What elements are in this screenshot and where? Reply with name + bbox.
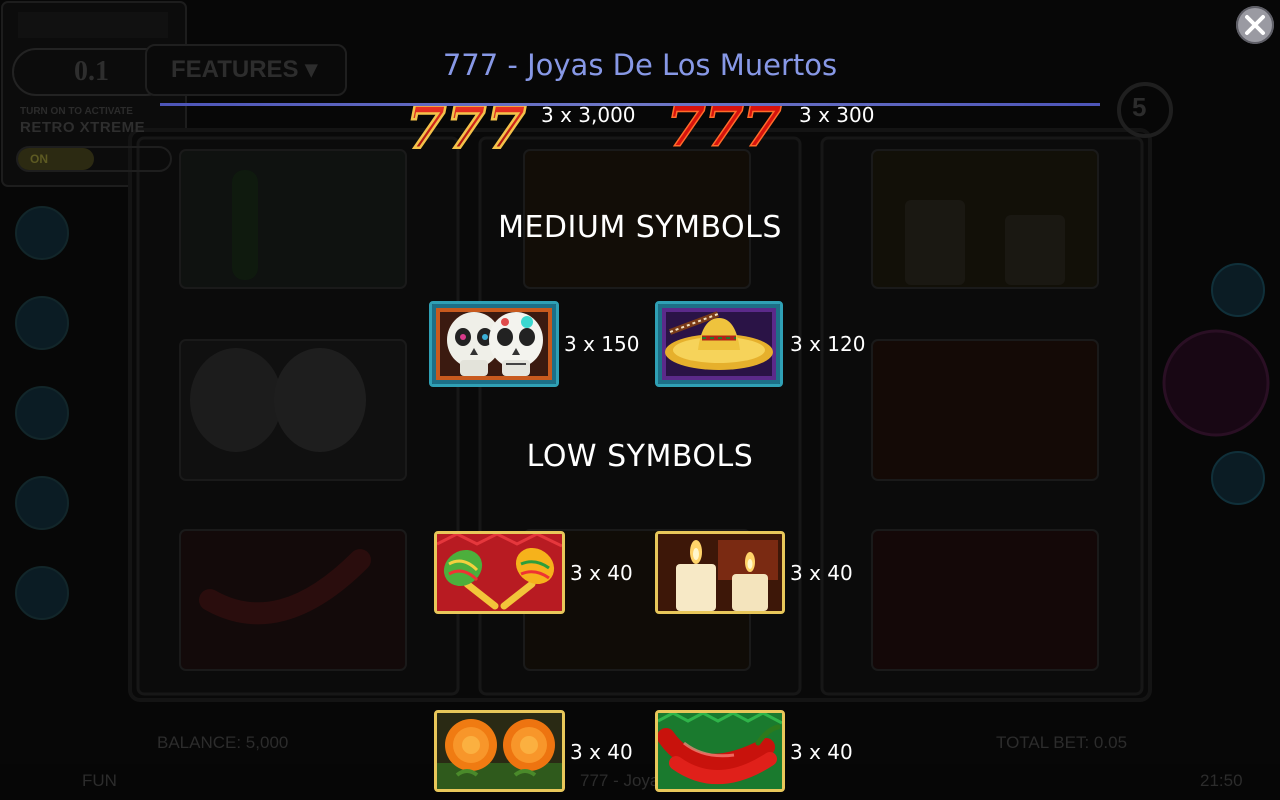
payout-chili-peppers: 3 x 40 bbox=[790, 740, 853, 764]
symbol-marigolds bbox=[434, 710, 565, 792]
symbol-chili-peppers bbox=[655, 710, 785, 792]
symbol-sombrero bbox=[655, 301, 783, 387]
close-button[interactable] bbox=[1236, 6, 1274, 44]
bg-counter: 5 bbox=[1132, 92, 1147, 122]
retro-toggle-knob: ON bbox=[18, 148, 94, 170]
bg-clock: 21:50 bbox=[1200, 771, 1243, 790]
settings-icon bbox=[15, 386, 69, 440]
svg-text:7: 7 bbox=[406, 104, 446, 152]
trophy-icon bbox=[15, 296, 69, 350]
payout-sombrero: 3 x 120 bbox=[790, 332, 866, 356]
symbol-seven-gold: 777 bbox=[404, 104, 536, 152]
game-background bbox=[0, 0, 1280, 800]
page-title: 777 - Joyas De Los Muertos bbox=[442, 48, 838, 82]
medium-symbols-heading: MEDIUM SYMBOLS bbox=[498, 210, 782, 245]
svg-text:7: 7 bbox=[666, 104, 706, 150]
bg-balance: BALANCE: 5,000 bbox=[157, 733, 289, 752]
bg-total-bet: TOTAL BET: 0.05 bbox=[996, 733, 1128, 752]
payout-maracas: 3 x 40 bbox=[570, 561, 633, 585]
symbol-candles bbox=[655, 531, 785, 614]
close-icon bbox=[1245, 15, 1265, 35]
payout-candles: 3 x 40 bbox=[790, 561, 853, 585]
payout-sugar-skulls: 3 x 150 bbox=[564, 332, 640, 356]
payout-seven-gold: 3 x 3,000 bbox=[541, 103, 636, 127]
payout-seven-red: 3 x 300 bbox=[799, 103, 875, 127]
low-symbols-heading: LOW SYMBOLS bbox=[526, 439, 754, 474]
sound-icon bbox=[15, 476, 69, 530]
bg-mode: FUN bbox=[82, 771, 117, 790]
symbol-maracas bbox=[434, 531, 565, 614]
symbol-sugar-skulls bbox=[429, 301, 559, 387]
svg-text:7: 7 bbox=[486, 104, 526, 152]
payout-marigolds: 3 x 40 bbox=[570, 740, 633, 764]
symbol-seven-red: 777 bbox=[664, 104, 792, 150]
title-divider bbox=[160, 103, 1100, 106]
retro-xtreme-label: RETRO XTREME bbox=[20, 119, 146, 136]
svg-text:7: 7 bbox=[704, 104, 744, 150]
home-icon bbox=[15, 566, 69, 620]
svg-text:7: 7 bbox=[446, 104, 486, 152]
turn-on-hint: TURN ON TO ACTIVATE bbox=[20, 106, 133, 117]
svg-text:7: 7 bbox=[742, 104, 782, 150]
